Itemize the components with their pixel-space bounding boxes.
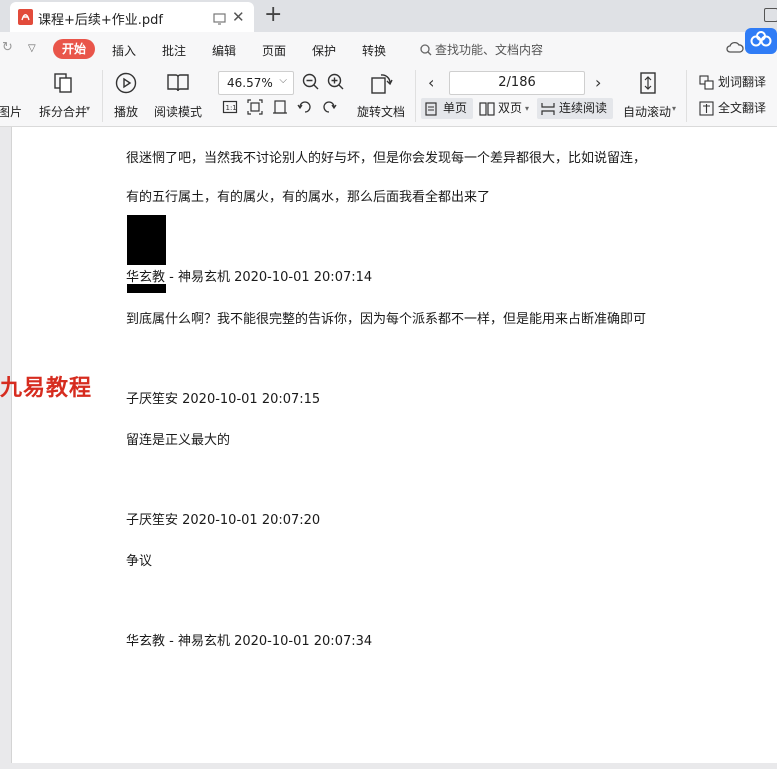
continuous-reading-icon (541, 103, 555, 115)
word-translate-label: 划词翻译 (718, 75, 767, 89)
tab-start[interactable]: 开始 (53, 39, 95, 59)
actual-size-icon[interactable]: 1:1 (222, 99, 238, 119)
rotate-document-label: 旋转文档 (356, 105, 405, 119)
tab-insert[interactable]: 插入 (112, 42, 136, 59)
auto-scroll-icon (640, 72, 656, 94)
chat-header-line: 华玄教 - 神易玄机 2020-10-01 20:07:14 (126, 270, 373, 285)
continuous-reading-button[interactable]: 连续阅读 (537, 98, 613, 119)
book-icon (167, 74, 189, 92)
translate-icon (699, 75, 714, 90)
split-merge-button[interactable]: 拆分合并 ▾ (32, 66, 94, 124)
search-placeholder: 查找功能、文档内容 (435, 43, 544, 57)
chat-header-line: 华玄教 - 神易玄机 2020-10-01 20:07:34 (126, 634, 373, 649)
cloud-icon[interactable] (726, 40, 744, 57)
zoom-in-icon[interactable] (327, 73, 345, 95)
menu-bar: ↻ ▽ 开始 插入 批注 编辑 页面 保护 转换 查找功能、文档内容 (0, 32, 777, 66)
fit-page-icon[interactable] (247, 99, 263, 119)
word-translate-button[interactable]: 划词翻译 (698, 72, 777, 93)
close-icon[interactable]: ✕ (232, 8, 245, 26)
chevron-down-icon: ▾ (525, 104, 530, 113)
zoom-value: 46.57% (227, 76, 273, 90)
fit-width-icon[interactable] (272, 99, 288, 119)
tab-bar: 课程+后续+作业.pdf ✕ + (0, 0, 777, 32)
next-page-icon[interactable]: › (595, 73, 601, 92)
document-line: 有的五行属土，有的属火，有的属水，那么后面我看全都出来了 (126, 190, 491, 205)
redo-icon[interactable]: ↻ (2, 40, 13, 55)
toolbar: 图片 拆分合并 ▾ 播放 阅读模式 46.57% ⌵ 1:1 旋转文档 ‹ 2/… (0, 66, 777, 127)
toolbar-divider (102, 70, 103, 122)
page-number-input[interactable]: 2/186 (449, 71, 585, 95)
search-input[interactable]: 查找功能、文档内容 (420, 41, 543, 58)
document-tab[interactable]: 课程+后续+作业.pdf ✕ (10, 2, 254, 32)
tab-annotate[interactable]: 批注 (162, 42, 186, 59)
previous-page-icon[interactable]: ‹ (428, 73, 434, 92)
single-page-icon (425, 102, 437, 116)
tab-window-icon[interactable] (213, 10, 226, 29)
baidu-netdisk-icon[interactable] (745, 28, 777, 54)
read-mode-button[interactable]: 阅读模式 (150, 66, 206, 124)
svg-text:1:1: 1:1 (226, 104, 237, 112)
redaction-block (127, 284, 166, 293)
pdf-page: 很迷惘了吧，当然我不讨论别人的好与坏，但是你会发现每一个差异都很大，比如说留连，… (11, 127, 777, 763)
play-label: 播放 (113, 105, 138, 119)
auto-scroll-label: 自动滚动 (622, 105, 671, 119)
tab-page[interactable]: 页面 (262, 42, 286, 59)
tab-convert[interactable]: 转换 (362, 42, 386, 59)
continuous-reading-label: 连续阅读 (559, 101, 608, 115)
image-tool-label: 图片 (0, 105, 23, 119)
double-page-icon (479, 102, 495, 116)
tab-protect[interactable]: 保护 (312, 42, 336, 59)
document-viewport[interactable]: 很迷惘了吧，当然我不讨论别人的好与坏，但是你会发现每一个差异都很大，比如说留连，… (0, 127, 777, 769)
double-page-button[interactable]: 双页 ▾ (477, 98, 533, 119)
redaction-block (127, 215, 166, 265)
play-button[interactable]: 播放 (108, 66, 144, 124)
tab-title: 课程+后续+作业.pdf (38, 13, 163, 28)
chevron-down-icon: ▾ (86, 104, 91, 113)
double-page-label: 双页 (498, 101, 523, 115)
new-tab-plus-icon[interactable]: + (264, 2, 282, 28)
window-restore-icon[interactable] (764, 8, 777, 22)
split-merge-label: 拆分合并 (38, 105, 87, 119)
pdf-file-icon (18, 9, 33, 25)
zoom-out-icon[interactable] (302, 73, 320, 95)
zoom-select[interactable]: 46.57% ⌵ (218, 71, 294, 95)
chevron-down-icon: ▾ (672, 104, 677, 113)
search-icon (420, 44, 432, 56)
split-merge-icon (54, 73, 72, 93)
full-translate-label: 全文翻译 (718, 101, 767, 115)
chevron-down-icon[interactable]: ▽ (28, 43, 36, 54)
play-icon (115, 72, 137, 94)
tab-edit[interactable]: 编辑 (212, 42, 236, 59)
chat-header-line: 子厌笙安 2020-10-01 20:07:20 (126, 513, 321, 528)
auto-scroll-button[interactable]: 自动滚动 ▾ (618, 66, 680, 124)
rotate-document-button[interactable]: 旋转文档 (352, 66, 410, 124)
document-line: 争议 (126, 554, 153, 569)
rotate-document-icon (371, 74, 393, 94)
rotate-right-icon[interactable] (321, 99, 337, 119)
toolbar-divider (686, 70, 687, 122)
read-mode-label: 阅读模式 (153, 105, 202, 119)
full-translate-icon (699, 101, 714, 116)
watermark-text: 九易教程 (0, 376, 93, 401)
single-page-label: 单页 (443, 101, 468, 115)
image-tool-button[interactable]: 图片 (0, 66, 22, 124)
rotate-left-icon[interactable] (297, 99, 313, 119)
chevron-down-icon: ⌵ (279, 75, 287, 86)
full-translate-button[interactable]: 全文翻译 (698, 98, 777, 119)
document-line: 留连是正义最大的 (126, 433, 231, 448)
chat-header-line: 子厌笙安 2020-10-01 20:07:15 (126, 392, 321, 407)
document-line: 很迷惘了吧，当然我不讨论别人的好与坏，但是你会发现每一个差异都很大，比如说留连， (126, 151, 647, 166)
single-page-button[interactable]: 单页 (421, 98, 473, 119)
toolbar-divider (415, 70, 416, 122)
document-line: 到底属什么啊？我不能很完整的告诉你，因为每个派系都不一样，但是能用来占断准确即可 (126, 312, 647, 327)
